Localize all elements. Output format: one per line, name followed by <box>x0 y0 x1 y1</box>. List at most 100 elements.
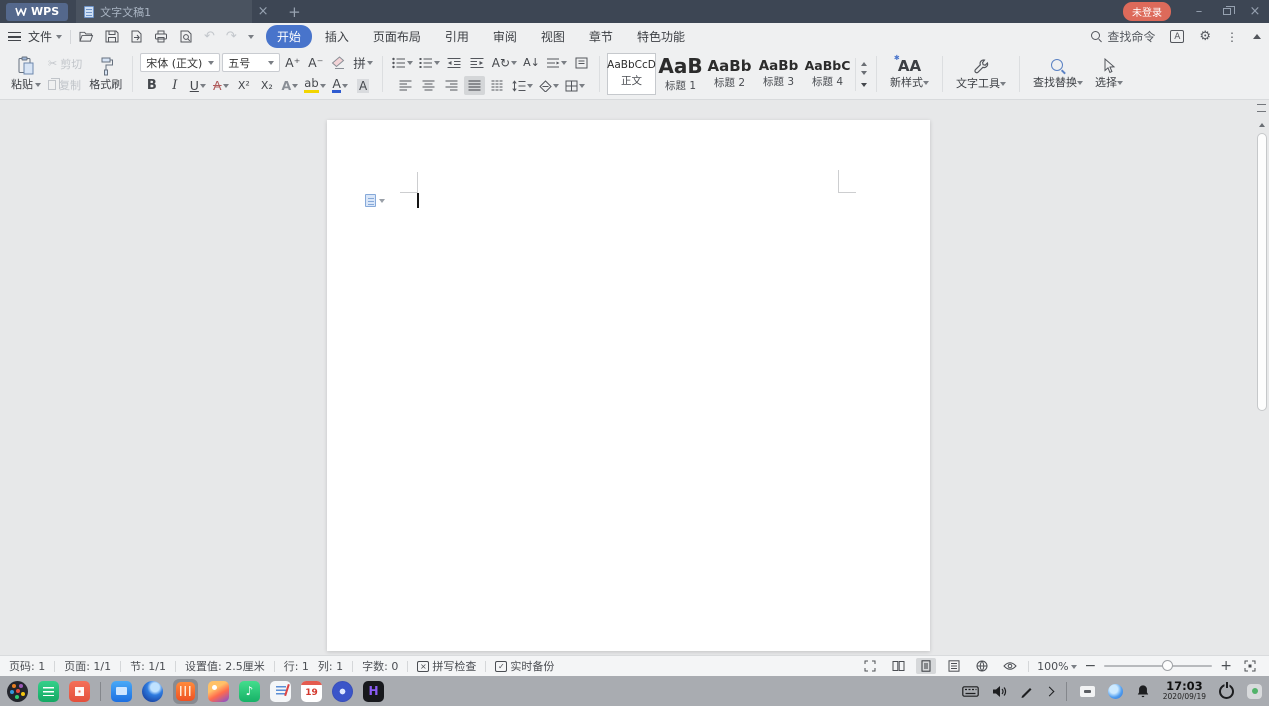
zoom-slider[interactable] <box>1104 660 1213 671</box>
highlight-button[interactable]: ab <box>302 76 327 95</box>
weather-tray-icon[interactable] <box>1107 683 1123 699</box>
taskbar-clock[interactable]: 17:03 2020/09/19 <box>1163 679 1206 702</box>
app-icon-app-store[interactable] <box>69 680 90 702</box>
text-tool-button[interactable]: 文字工具 <box>950 55 1012 94</box>
font-name-combo[interactable]: 宋体 (正文) <box>140 53 221 72</box>
superscript-button[interactable]: X² <box>233 76 254 95</box>
outline-view-icon[interactable] <box>944 658 964 674</box>
file-menu[interactable]: 文件 <box>28 28 63 45</box>
export-pdf-button[interactable] <box>130 30 143 43</box>
document-tab[interactable]: 文字文稿1 <box>76 0 253 23</box>
wps-app-button[interactable]: WPS <box>6 2 69 21</box>
zoom-level-display[interactable]: 100% <box>1037 660 1077 673</box>
status-section[interactable]: 节: 1/1 <box>130 658 166 674</box>
open-button[interactable] <box>79 30 94 43</box>
task-pane-icon[interactable]: A <box>1170 30 1185 43</box>
tab-home[interactable]: 开始 <box>265 25 312 48</box>
fit-page-icon[interactable] <box>1240 658 1260 674</box>
format-painter-button[interactable]: 格式刷 <box>86 54 125 94</box>
pinyin-guide-button[interactable]: 拼 <box>351 53 375 72</box>
gallery-expand[interactable] <box>859 82 869 91</box>
underline-button[interactable]: U <box>187 76 208 95</box>
recycle-bin-icon[interactable] <box>1247 683 1262 699</box>
text-direction-button[interactable]: A↻ <box>490 53 519 72</box>
style-normal[interactable]: AaBbCcD 正文 <box>607 53 656 95</box>
shading-button[interactable] <box>537 76 561 95</box>
numbered-list-button[interactable] <box>417 53 442 72</box>
line-spacing-button[interactable] <box>510 76 535 95</box>
font-size-combo[interactable]: 五号 <box>222 53 281 72</box>
find-replace-button[interactable]: 查找替换 <box>1027 55 1089 93</box>
app-icon-file-manager[interactable] <box>111 680 132 702</box>
zoom-out-button[interactable]: − <box>1085 659 1097 673</box>
style-heading-3[interactable]: AaBb 标题 3 <box>754 53 803 95</box>
borders-button[interactable] <box>563 76 587 95</box>
fullscreen-view-icon[interactable] <box>860 658 880 674</box>
status-page-number[interactable]: 页码: 1 <box>9 658 45 674</box>
power-button-icon[interactable] <box>1219 683 1234 699</box>
style-heading-2[interactable]: AaBb 标题 2 <box>705 53 754 95</box>
subscript-button[interactable]: X₂ <box>256 76 277 95</box>
status-margin-setting[interactable]: 设置值: 2.5厘米 <box>185 658 265 674</box>
tab-section[interactable]: 章节 <box>578 25 624 48</box>
paste-button[interactable]: 粘贴 <box>8 54 44 94</box>
collapse-ribbon-icon[interactable] <box>1253 30 1261 39</box>
style-heading-1[interactable]: AaB 标题 1 <box>656 53 705 95</box>
login-badge[interactable]: 未登录 <box>1123 2 1171 21</box>
gallery-scroll-up[interactable] <box>859 58 869 67</box>
tab-close-icon[interactable]: × <box>252 0 274 23</box>
strikethrough-button[interactable]: A <box>210 76 231 95</box>
keyboard-icon[interactable] <box>961 685 979 697</box>
web-view-icon[interactable] <box>972 658 992 674</box>
gear-icon[interactable]: ⚙ <box>1199 29 1211 44</box>
launcher-icon[interactable] <box>7 680 28 702</box>
app-icon-music[interactable]: ♪ <box>239 680 260 702</box>
zoom-slider-thumb[interactable] <box>1162 660 1174 671</box>
scroll-up-arrow[interactable] <box>1258 120 1265 127</box>
app-icon-gallery[interactable] <box>208 680 229 702</box>
ruler-toggle-icon[interactable] <box>1257 104 1266 112</box>
status-page-count[interactable]: 页面: 1/1 <box>64 658 111 674</box>
taskbar-active-app[interactable] <box>173 678 198 704</box>
clear-format-button[interactable] <box>328 53 349 72</box>
global-menu-icon[interactable] <box>8 32 21 41</box>
decrease-font-button[interactable]: A⁻ <box>305 53 326 72</box>
app-icon-browser[interactable] <box>142 680 163 702</box>
tab-page-layout[interactable]: 页面布局 <box>362 25 432 48</box>
decrease-indent-button[interactable] <box>444 53 465 72</box>
save-button[interactable] <box>105 30 119 43</box>
char-shading-button[interactable]: A <box>353 76 374 95</box>
font-color-button[interactable]: A <box>330 76 351 95</box>
tab-review[interactable]: 审阅 <box>482 25 528 48</box>
app-icon-h-app[interactable]: H <box>363 680 384 702</box>
print-preview-button[interactable] <box>179 30 193 43</box>
distribute-button[interactable] <box>487 76 508 95</box>
spellcheck-toggle[interactable]: × 拼写检查 <box>417 658 476 674</box>
increase-indent-button[interactable] <box>467 53 488 72</box>
input-method-icon[interactable] <box>1079 685 1095 697</box>
minimize-button[interactable]: – <box>1185 0 1213 23</box>
find-command-search[interactable]: 查找命令 <box>1091 28 1155 45</box>
app-icon-text-editor[interactable] <box>270 680 291 702</box>
redo-button[interactable]: ↷ <box>226 29 237 44</box>
cut-button[interactable]: ✂ 剪切 <box>48 56 82 72</box>
vertical-scrollbar[interactable] <box>1255 104 1268 651</box>
status-word-count[interactable]: 字数: 0 <box>362 658 398 674</box>
select-button[interactable]: 选择 <box>1089 55 1129 93</box>
app-icon-security-center[interactable] <box>332 680 353 702</box>
paragraph-layout-button[interactable] <box>544 53 569 72</box>
quickbar-customize-chevron[interactable] <box>247 33 254 40</box>
backup-toggle[interactable]: ✓ 实时备份 <box>495 658 554 674</box>
app-icon-calendar[interactable]: 19 <box>301 680 322 702</box>
increase-font-button[interactable]: A⁺ <box>282 53 303 72</box>
text-frame-button[interactable] <box>571 53 592 72</box>
more-options-icon[interactable]: ⋮ <box>1226 30 1238 44</box>
undo-button[interactable]: ↶ <box>204 29 215 44</box>
new-style-button[interactable]: ✱ AA 新样式 <box>884 54 935 93</box>
scrollbar-thumb[interactable] <box>1256 133 1267 411</box>
app-icon-green-grid[interactable] <box>38 680 59 702</box>
zoom-in-button[interactable]: + <box>1220 659 1232 673</box>
new-tab-button[interactable]: + <box>288 3 301 21</box>
restore-button[interactable] <box>1213 0 1241 23</box>
align-right-button[interactable] <box>441 76 462 95</box>
